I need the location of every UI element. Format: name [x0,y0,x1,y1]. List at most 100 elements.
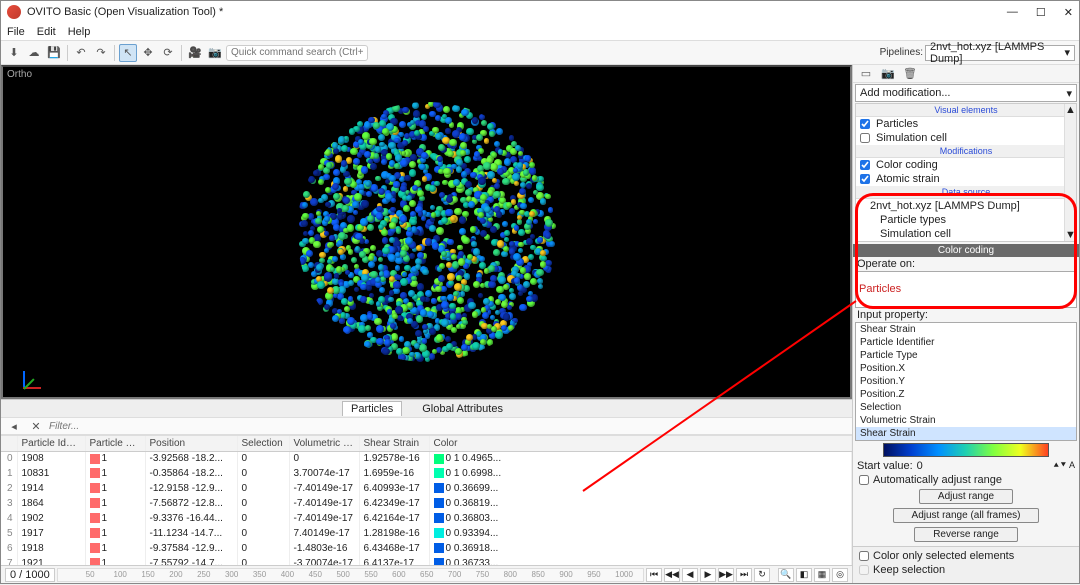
play-back-button[interactable]: ◀ [682,568,698,582]
property-option[interactable]: Position.Z [856,388,1076,401]
maximize-button[interactable]: ☐ [1036,6,1046,19]
color-gradient[interactable] [883,443,1049,457]
property-option[interactable]: Particle Identifier [856,336,1076,349]
ds-file[interactable]: 2nvt_hot.xyz [LAMMPS Dump] [856,199,1076,213]
last-frame-button[interactable]: ⏭ [736,568,752,582]
input-property-label: Input property: [857,309,928,321]
table-row[interactable]: 019081-3.92568 -18.2...001.92578e-160 1 … [1,451,852,466]
menu-file[interactable]: File [7,26,25,38]
property-option[interactable]: Position.Y [856,375,1076,388]
property-option[interactable]: Selection [856,401,1076,414]
pipeline-list: Visual elements Particles Simulation cel… [855,103,1077,242]
column-header[interactable]: Shear Strain [359,436,429,451]
keep-selection-checkbox [859,565,869,575]
prev-frame-button[interactable]: ◀◀ [664,568,680,582]
operate-on-label: Operate on: [857,258,915,270]
start-value-label: Start value: [857,460,913,472]
save-icon[interactable]: 💾 [45,44,63,62]
window-controls: — ☐ ✕ [1007,6,1073,19]
axes-gizmo [11,363,37,389]
close-button[interactable]: ✕ [1064,6,1073,19]
loop-button[interactable]: ↻ [754,568,770,582]
column-header[interactable]: Position [145,436,237,451]
render-icon[interactable]: 🎥 [186,44,204,62]
vis-particles-checkbox[interactable] [860,119,870,129]
quick-search-input[interactable] [226,45,368,61]
collapse-icon[interactable]: ◂ [5,417,23,435]
target-icon[interactable]: ◎ [832,568,848,582]
property-option[interactable]: Particle Type [856,349,1076,362]
column-header[interactable]: Color [429,436,852,451]
snapshot-icon[interactable]: 📷 [879,65,897,83]
operate-on-combo[interactable]: Particles [855,271,1077,308]
timeline: 0 / 1000 5010015020025030035040045050055… [1,565,852,583]
tab-globals[interactable]: Global Attributes [414,402,511,416]
tab-particles[interactable]: Particles [342,401,402,416]
move-icon[interactable]: ✥ [139,44,157,62]
property-option[interactable]: Position.X [856,362,1076,375]
table-row[interactable]: 1108311-0.35864 -18.2...03.70074e-171.69… [1,466,852,481]
vis-cell[interactable]: Simulation cell [856,131,1076,145]
column-header[interactable]: Volumetric Strain [289,436,359,451]
menu-help[interactable]: Help [68,26,91,38]
camera-icon[interactable]: 📷 [206,44,224,62]
column-header[interactable]: Selection [237,436,289,451]
vis-cell-checkbox[interactable] [860,133,870,143]
fit-icon[interactable]: ◧ [796,568,812,582]
import-icon[interactable]: ⬇ [5,44,23,62]
table-row[interactable]: 219141-12.9158 -12.9...0-7.40149e-176.40… [1,481,852,496]
color-only-selected-checkbox[interactable] [859,551,869,561]
auto-adjust-label: Automatically adjust range [873,474,1002,486]
grid-icon[interactable]: ▦ [814,568,830,582]
vis-particles[interactable]: Particles [856,117,1076,131]
redo-icon[interactable]: ↷ [92,44,110,62]
column-header[interactable]: Particle Identifier [17,436,85,451]
zoom-icon[interactable]: 🔍 [778,568,794,582]
mod-strain[interactable]: Atomic strain [856,172,1076,186]
minimize-button[interactable]: — [1007,6,1018,19]
input-property-list[interactable]: Shear StrainParticle IdentifierParticle … [855,322,1077,441]
cat-mods: Modifications [856,145,1076,158]
auto-adjust-checkbox[interactable] [859,475,869,485]
frame-counter[interactable]: 0 / 1000 [5,568,55,582]
frame-slider[interactable]: 5010015020025030035040045050055060065070… [57,568,644,582]
pointer-icon[interactable]: ↖ [119,44,137,62]
next-frame-button[interactable]: ▶▶ [718,568,734,582]
particle-table[interactable]: Particle IdentifierParticle TypePosition… [1,435,852,565]
play-button[interactable]: ▶ [700,568,716,582]
table-row[interactable]: 619181-9.37584 -12.9...0-1.4803e-166.434… [1,541,852,556]
mod-color[interactable]: Color coding [856,158,1076,172]
doc-icon[interactable]: ▭ [857,65,875,83]
reverse-range-button[interactable]: Reverse range [914,527,1018,542]
mod-color-checkbox[interactable] [860,160,870,170]
rotate-icon[interactable]: ⟳ [159,44,177,62]
start-value[interactable]: 0 [917,460,923,472]
pipeline-select[interactable]: 2nvt_hot.xyz [LAMMPS Dump]▾ [925,45,1075,61]
adjust-range-button[interactable]: Adjust range [919,489,1013,504]
mod-strain-checkbox[interactable] [860,174,870,184]
column-header[interactable]: Particle Type [85,436,145,451]
table-row[interactable]: 519171-11.1234 -14.7...07.40149e-171.281… [1,526,852,541]
column-header[interactable] [1,436,17,451]
trash-icon[interactable]: 🗑 [901,65,919,83]
ds-cell[interactable]: Simulation cell [856,227,1076,241]
filter-input[interactable] [49,421,349,432]
pipeline-scrollbar[interactable]: ▲▼ [1064,104,1076,241]
add-modification-dropdown[interactable]: Add modification...▾ [855,84,1077,102]
menu-edit[interactable]: Edit [37,26,56,38]
first-frame-button[interactable]: ⏮ [646,568,662,582]
pipelines-label: Pipelines: [880,47,923,58]
property-option[interactable]: Shear Strain [856,323,1076,336]
property-option[interactable]: Volumetric Strain [856,414,1076,427]
clear-filter-icon[interactable]: ✕ [27,417,45,435]
table-row[interactable]: 318641-7.56872 -12.8...0-7.40149e-176.42… [1,496,852,511]
ds-ptypes[interactable]: Particle types [856,213,1076,227]
undo-icon[interactable]: ↶ [72,44,90,62]
table-row[interactable]: 419021-9.3376 -16.44...0-7.40149e-176.42… [1,511,852,526]
table-row[interactable]: 719211-7.55792 -14.7...0-3.70074e-176.41… [1,556,852,565]
pipeline-toolbar: ▭ 📷 🗑 [853,65,1079,83]
viewport[interactable]: Ortho [1,65,852,399]
property-option[interactable]: Shear Strain [856,427,1076,440]
cloud-icon[interactable]: ☁ [25,44,43,62]
adjust-range-all-button[interactable]: Adjust range (all frames) [893,508,1040,523]
